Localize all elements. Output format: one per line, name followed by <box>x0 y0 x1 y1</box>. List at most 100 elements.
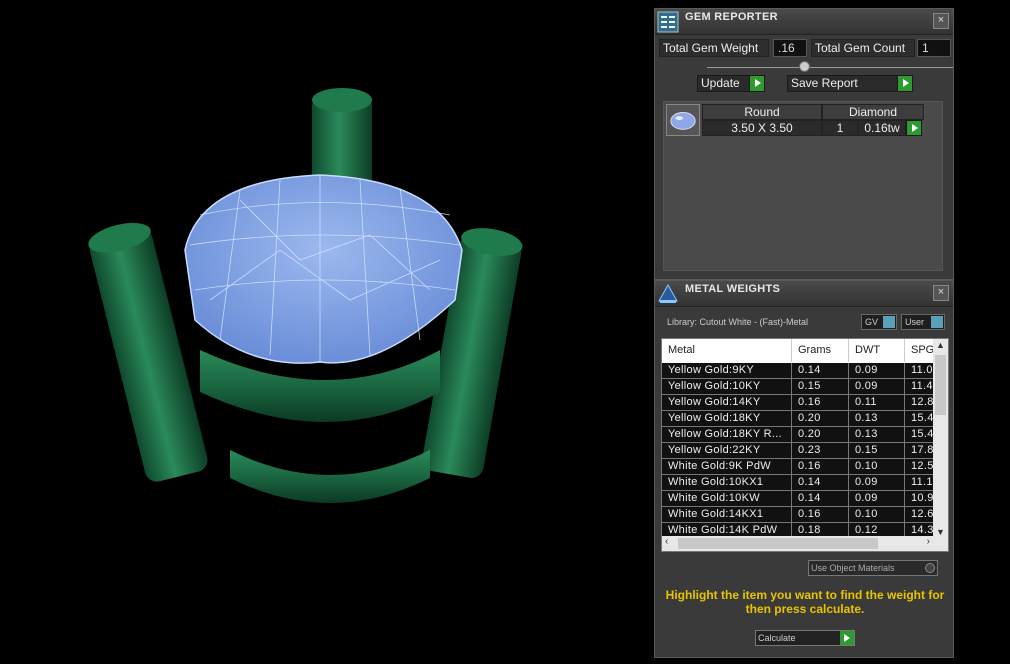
gem-weight: 0.16tw <box>858 120 906 136</box>
metal-table: Metal Grams DWT SPG Yellow Gold:9KY 0.14 0… <box>661 338 949 552</box>
library-label: Library: Cutout White - (Fast)-Metal <box>667 317 809 327</box>
scroll-thumb[interactable] <box>935 355 946 415</box>
dwt-value: 0.09 <box>849 379 905 394</box>
calculate-label: Calculate <box>758 633 796 643</box>
gem-shape: Round <box>702 104 822 120</box>
gem-details-button[interactable] <box>906 120 922 136</box>
panel-title: METAL WEIGHTS <box>685 283 781 295</box>
save-report-button[interactable]: Save Report <box>787 75 913 92</box>
grams-value: 0.15 <box>792 379 849 394</box>
table-row[interactable]: White Gold:14KX1 0.16 0.10 12.63 <box>662 507 945 523</box>
instruction-text: Highlight the item you want to find the … <box>665 588 945 616</box>
gv-label: GV <box>865 317 879 327</box>
update-button-label: Update <box>701 76 740 90</box>
play-arrow-icon <box>749 76 764 91</box>
toggle-indicator <box>883 316 895 328</box>
play-arrow-icon <box>897 76 912 91</box>
metal-name: Yellow Gold:14KY <box>662 395 792 410</box>
table-row[interactable]: Yellow Gold:18KY R... 0.20 0.13 15.41 <box>662 427 945 443</box>
metal-name: Yellow Gold:22KY <box>662 443 792 458</box>
table-row[interactable]: White Gold:10KW 0.14 0.09 10.99 <box>662 491 945 507</box>
update-button[interactable]: Update <box>697 75 765 92</box>
gem-list-item[interactable]: Round Diamond 3.50 X 3.50 1 0.16tw <box>666 104 924 138</box>
metal-name: Yellow Gold:9KY <box>662 363 792 378</box>
metal-name: White Gold:10KX1 <box>662 475 792 490</box>
dwt-value: 0.09 <box>849 475 905 490</box>
table-row[interactable]: Yellow Gold:14KY 0.16 0.11 12.88 <box>662 395 945 411</box>
grams-value: 0.14 <box>792 363 849 378</box>
save-report-label: Save Report <box>791 76 858 90</box>
grams-value: 0.20 <box>792 427 849 442</box>
dwt-value: 0.10 <box>849 507 905 522</box>
gem-reporter-panel: GEM REPORTER × Total Gem Weight .16 Tota… <box>654 8 954 280</box>
radio-icon <box>925 563 935 573</box>
grams-value: 0.14 <box>792 491 849 506</box>
metal-name: White Gold:10KW <box>662 491 792 506</box>
metal-name: Yellow Gold:18KY <box>662 411 792 426</box>
total-gem-count-value: 1 <box>917 39 951 57</box>
gem-count: 1 <box>822 120 858 136</box>
total-gem-weight-label: Total Gem Weight <box>659 39 769 57</box>
col-grams[interactable]: Grams <box>792 339 849 362</box>
splitter-line <box>707 67 953 68</box>
vertical-scrollbar[interactable]: ▲ ▼ <box>933 339 948 538</box>
scroll-up-icon[interactable]: ▲ <box>936 340 945 350</box>
table-row[interactable]: Yellow Gold:22KY 0.23 0.15 17.89 <box>662 443 945 459</box>
dwt-value: 0.10 <box>849 459 905 474</box>
metal-name: Yellow Gold:10KY <box>662 379 792 394</box>
total-gem-weight-value: .16 <box>773 39 807 57</box>
scroll-right-icon[interactable]: › <box>927 536 930 547</box>
table-row[interactable]: White Gold:9K PdW 0.16 0.10 12.59 <box>662 459 945 475</box>
dwt-value: 0.13 <box>849 411 905 426</box>
close-icon[interactable]: × <box>933 13 949 29</box>
metal-weights-titlebar[interactable]: METAL WEIGHTS × <box>655 281 953 307</box>
grams-value: 0.16 <box>792 395 849 410</box>
3d-viewport[interactable] <box>0 0 652 664</box>
gem-reporter-titlebar[interactable]: GEM REPORTER × <box>655 9 953 35</box>
table-row[interactable]: Yellow Gold:10KY 0.15 0.09 11.45 <box>662 379 945 395</box>
dwt-value: 0.09 <box>849 363 905 378</box>
user-label: User <box>905 317 925 327</box>
gem-thumbnail-icon <box>666 104 700 136</box>
gv-toggle[interactable]: GV <box>861 314 897 330</box>
dwt-value: 0.15 <box>849 443 905 458</box>
panel-title: GEM REPORTER <box>685 11 778 23</box>
splitter-handle[interactable] <box>799 61 810 72</box>
total-gem-count-label: Total Gem Count <box>811 39 915 57</box>
metal-weights-icon <box>658 283 678 303</box>
calculate-button[interactable]: Calculate <box>755 630 855 646</box>
dwt-value: 0.13 <box>849 427 905 442</box>
user-toggle[interactable]: User <box>901 314 945 330</box>
grams-value: 0.14 <box>792 475 849 490</box>
table-header: Metal Grams DWT SPG <box>662 339 945 362</box>
metal-weights-panel: METAL WEIGHTS × Library: Cutout White - … <box>654 280 954 658</box>
close-icon[interactable]: × <box>933 285 949 301</box>
gem-reporter-icon <box>657 11 679 33</box>
horizontal-scrollbar[interactable]: ‹ › <box>662 536 948 551</box>
toggle-indicator <box>931 316 943 328</box>
grams-value: 0.16 <box>792 507 849 522</box>
ring-setting-render <box>88 88 523 503</box>
metal-name: White Gold:9K PdW <box>662 459 792 474</box>
play-arrow-icon <box>840 631 854 645</box>
use-object-materials-option[interactable]: Use Object Materials <box>808 560 938 576</box>
metal-name: White Gold:14KX1 <box>662 507 792 522</box>
table-row[interactable]: Yellow Gold:9KY 0.14 0.09 11.08 <box>662 363 945 379</box>
grams-value: 0.16 <box>792 459 849 474</box>
table-row[interactable]: Yellow Gold:18KY 0.20 0.13 15.41 <box>662 411 945 427</box>
col-metal[interactable]: Metal <box>662 339 792 362</box>
scroll-thumb[interactable] <box>678 538 878 549</box>
metal-name: Yellow Gold:18KY R... <box>662 427 792 442</box>
totals-row: Total Gem Weight .16 Total Gem Count 1 <box>659 39 951 57</box>
use-object-materials-label: Use Object Materials <box>811 563 895 573</box>
table-row[interactable]: White Gold:10KX1 0.14 0.09 11.18 <box>662 475 945 491</box>
dwt-value: 0.09 <box>849 491 905 506</box>
gem-list: Round Diamond 3.50 X 3.50 1 0.16tw <box>663 101 943 271</box>
gem-size: 3.50 X 3.50 <box>702 120 822 136</box>
gem-type: Diamond <box>822 104 924 120</box>
col-dwt[interactable]: DWT <box>849 339 905 362</box>
grams-value: 0.20 <box>792 411 849 426</box>
dwt-value: 0.11 <box>849 395 905 410</box>
grams-value: 0.23 <box>792 443 849 458</box>
scroll-left-icon[interactable]: ‹ <box>665 536 668 547</box>
